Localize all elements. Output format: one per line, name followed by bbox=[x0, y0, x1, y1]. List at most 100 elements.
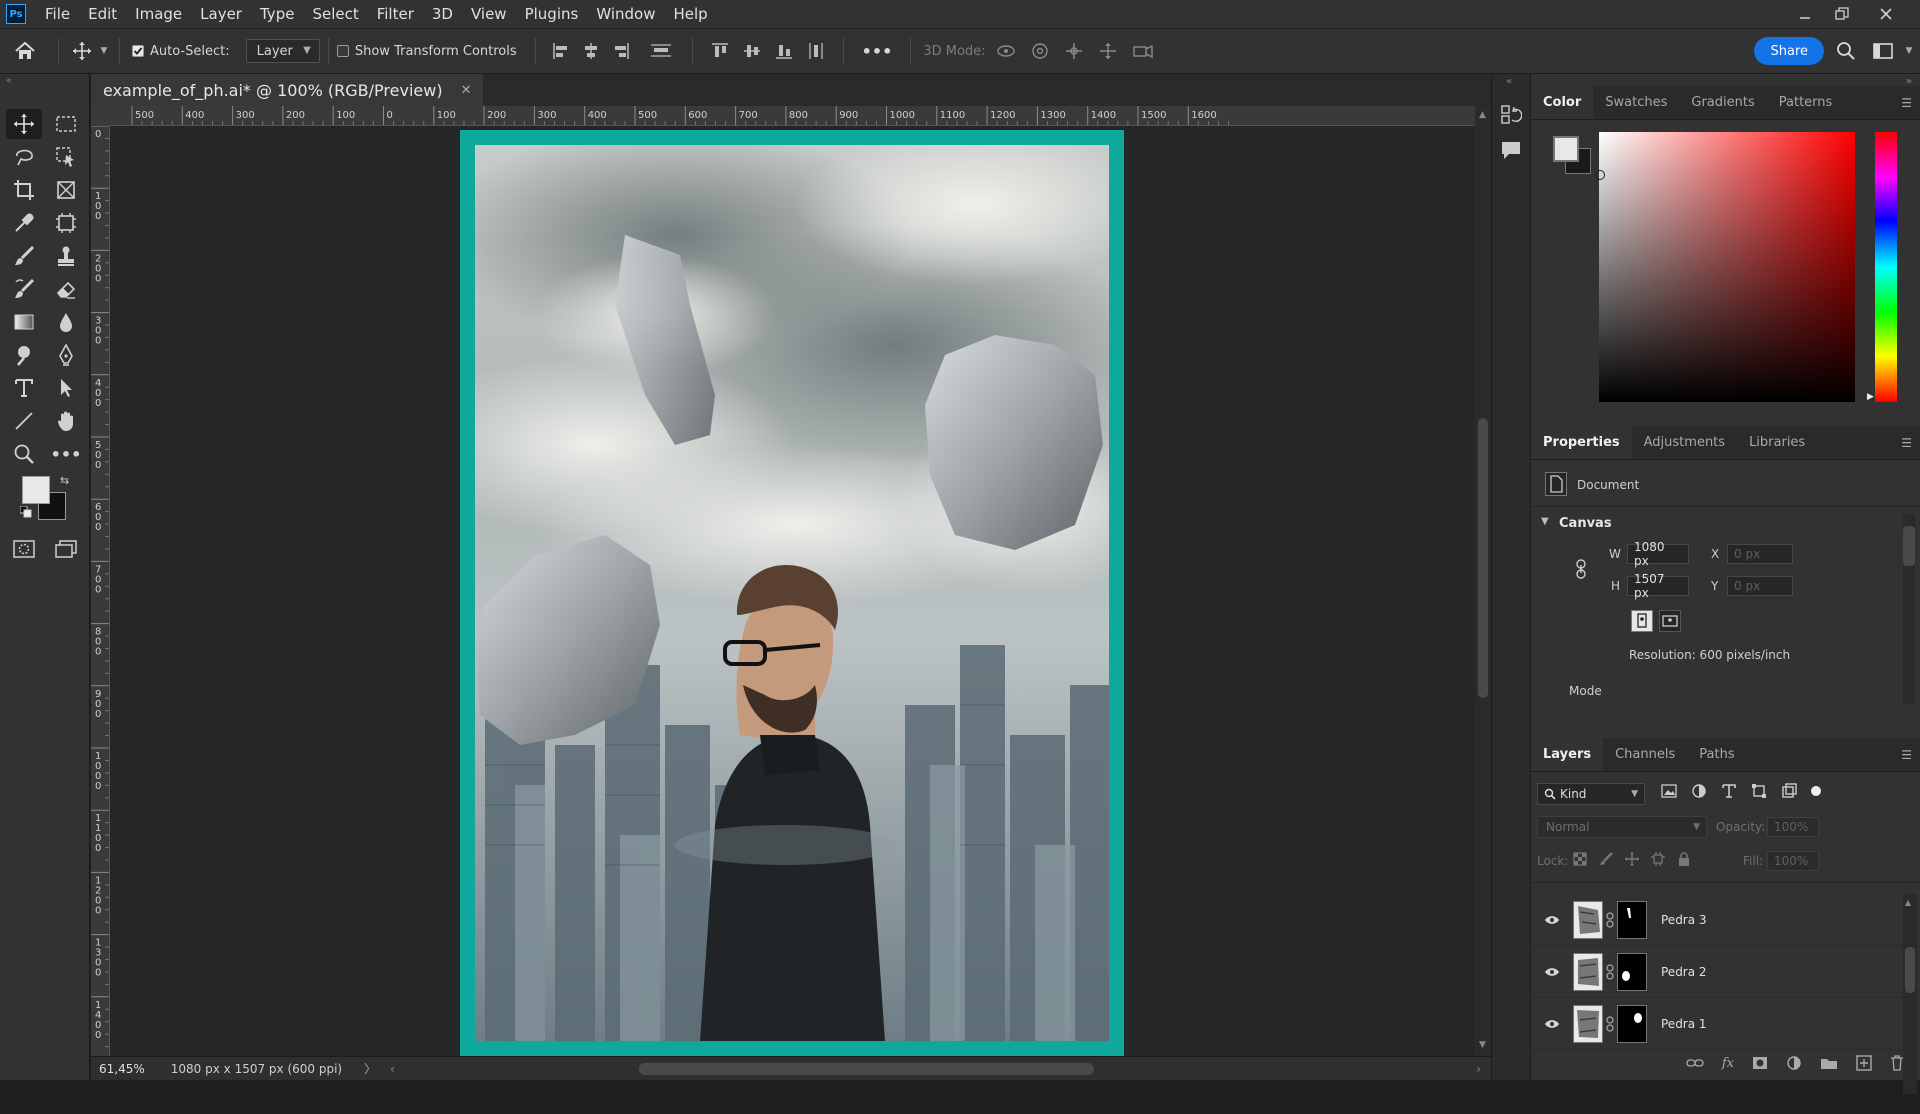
collapse-arrows-icon[interactable]: « bbox=[6, 76, 12, 86]
align-bottom-icon[interactable] bbox=[775, 42, 793, 60]
vertical-scrollbar[interactable]: ▲ ▼ bbox=[1475, 106, 1491, 1056]
frame-tool-icon[interactable] bbox=[48, 175, 84, 205]
layer-row[interactable]: Pedra 2 bbox=[1531, 946, 1903, 998]
align-right-icon[interactable] bbox=[612, 42, 630, 60]
menu-file[interactable]: File bbox=[36, 0, 79, 28]
new-group-icon[interactable] bbox=[1820, 1056, 1838, 1070]
blur-tool-icon[interactable] bbox=[48, 307, 84, 337]
gradient-tool-icon[interactable] bbox=[6, 307, 42, 337]
properties-scrollbar[interactable] bbox=[1903, 514, 1915, 704]
menu-help[interactable]: Help bbox=[664, 0, 716, 28]
link-dimensions-icon[interactable] bbox=[1575, 558, 1587, 580]
tab-patterns[interactable]: Patterns bbox=[1767, 85, 1845, 119]
lock-position-icon[interactable] bbox=[1625, 852, 1639, 866]
zoom-tool-icon[interactable] bbox=[6, 439, 42, 469]
lock-artboard-icon[interactable] bbox=[1651, 852, 1665, 866]
color-foreground-swatch[interactable] bbox=[1553, 136, 1579, 162]
horizontal-ruler[interactable]: 500 400 300 200 100 0 100 200 300 400 500 600 700 800… bbox=[110, 106, 1475, 126]
color-panel-menu-icon[interactable]: ☰ bbox=[1901, 96, 1912, 110]
lock-transparent-icon[interactable] bbox=[1573, 852, 1587, 866]
opacity-field[interactable]: 100% bbox=[1767, 817, 1819, 837]
distribute-vertical-icon[interactable] bbox=[807, 42, 825, 60]
artboard-tool-icon[interactable] bbox=[48, 208, 84, 238]
swap-colors-icon[interactable]: ⇆ bbox=[60, 474, 69, 487]
canvas-height-field[interactable]: 1507 px bbox=[1627, 572, 1689, 600]
delete-layer-icon[interactable] bbox=[1890, 1055, 1904, 1071]
horizontal-scroll-thumb[interactable] bbox=[638, 1062, 1094, 1075]
minimize-icon[interactable] bbox=[1785, 0, 1825, 28]
search-icon[interactable] bbox=[1824, 41, 1868, 61]
layer-visibility-eye-icon[interactable] bbox=[1531, 1019, 1573, 1029]
tab-gradients[interactable]: Gradients bbox=[1679, 85, 1766, 119]
comments-panel-icon[interactable] bbox=[1500, 140, 1522, 160]
layer-mask-link-icon[interactable] bbox=[1603, 963, 1617, 980]
restore-icon[interactable] bbox=[1822, 0, 1862, 28]
close-tab-icon[interactable]: ✕ bbox=[461, 83, 472, 98]
eraser-tool-icon[interactable] bbox=[48, 274, 84, 304]
add-mask-icon[interactable] bbox=[1752, 1056, 1768, 1070]
lock-pixels-icon[interactable] bbox=[1599, 852, 1613, 866]
canvas-y-field[interactable]: 0 px bbox=[1727, 576, 1793, 596]
color-picker-field[interactable] bbox=[1595, 132, 1855, 402]
hand-tool-icon[interactable] bbox=[48, 406, 84, 436]
workspace-icon[interactable] bbox=[1868, 42, 1898, 60]
fill-field[interactable]: 100% bbox=[1767, 851, 1819, 871]
lasso-tool-icon[interactable] bbox=[6, 142, 42, 172]
slide-3d-icon[interactable] bbox=[1098, 42, 1118, 60]
tab-swatches[interactable]: Swatches bbox=[1593, 85, 1679, 119]
align-center-icon[interactable] bbox=[582, 42, 600, 60]
canvas-x-field[interactable]: 0 px bbox=[1727, 544, 1793, 564]
chevron-down-icon[interactable]: ▼ bbox=[97, 46, 111, 56]
object-selection-tool-icon[interactable] bbox=[48, 142, 84, 172]
tab-color[interactable]: Color bbox=[1531, 85, 1594, 119]
link-layers-icon[interactable] bbox=[1686, 1057, 1704, 1069]
tab-adjustments[interactable]: Adjustments bbox=[1632, 425, 1737, 459]
menu-filter[interactable]: Filter bbox=[368, 0, 423, 28]
scale-3d-icon[interactable] bbox=[1132, 42, 1154, 60]
new-adjustment-layer-icon[interactable] bbox=[1786, 1055, 1802, 1071]
layer-visibility-eye-icon[interactable] bbox=[1531, 967, 1573, 977]
line-tool-icon[interactable] bbox=[6, 406, 42, 436]
menu-image[interactable]: Image bbox=[126, 0, 191, 28]
layer-visibility-eye-icon[interactable] bbox=[1531, 915, 1573, 925]
document-tab[interactable]: example_of_ph.ai* @ 100% (RGB/Preview) ✕ bbox=[91, 74, 484, 106]
marquee-tool-icon[interactable] bbox=[48, 109, 84, 139]
new-layer-icon[interactable] bbox=[1856, 1055, 1872, 1071]
menu-plugins[interactable]: Plugins bbox=[516, 0, 588, 28]
collapse-dock-icon[interactable]: « bbox=[1506, 76, 1512, 87]
menu-window[interactable]: Window bbox=[587, 0, 664, 28]
blend-mode-dropdown[interactable]: Normal ▼ bbox=[1537, 816, 1707, 838]
screen-mode-icon[interactable] bbox=[48, 534, 84, 564]
hue-slider[interactable] bbox=[1875, 132, 1897, 402]
close-window-icon[interactable] bbox=[1866, 0, 1906, 28]
properties-panel-menu-icon[interactable]: ☰ bbox=[1901, 436, 1912, 450]
dodge-tool-icon[interactable] bbox=[6, 340, 42, 370]
zoom-level[interactable]: 61,45% bbox=[91, 1062, 159, 1076]
share-button[interactable]: Share bbox=[1754, 37, 1824, 65]
move-tool-icon[interactable] bbox=[6, 109, 42, 139]
menu-3d[interactable]: 3D bbox=[423, 0, 462, 28]
canvas-area[interactable] bbox=[110, 126, 1475, 1056]
vertical-scroll-thumb[interactable] bbox=[1478, 418, 1488, 698]
orbit-3d-icon[interactable] bbox=[996, 42, 1016, 60]
layer-style-fx-icon[interactable]: fx bbox=[1722, 1056, 1734, 1071]
default-colors-icon[interactable] bbox=[20, 506, 32, 518]
menu-edit[interactable]: Edit bbox=[79, 0, 126, 28]
home-icon[interactable] bbox=[0, 28, 50, 74]
pen-tool-icon[interactable] bbox=[48, 340, 84, 370]
brush-tool-icon[interactable] bbox=[6, 241, 42, 271]
transform-check-icon[interactable] bbox=[336, 45, 349, 57]
menu-select[interactable]: Select bbox=[303, 0, 367, 28]
scroll-left-icon[interactable]: ‹ bbox=[386, 1062, 399, 1076]
filter-toggle-icon[interactable] bbox=[1811, 786, 1821, 796]
lock-all-icon[interactable] bbox=[1677, 852, 1691, 866]
menu-view[interactable]: View bbox=[462, 0, 516, 28]
stamp-tool-icon[interactable] bbox=[48, 241, 84, 271]
align-middle-icon[interactable] bbox=[743, 42, 761, 60]
layer-row[interactable]: Pedra 3 bbox=[1531, 894, 1903, 946]
layer-mask-link-icon[interactable] bbox=[1603, 1015, 1617, 1032]
crop-tool-icon[interactable] bbox=[6, 175, 42, 205]
auto-select-check-icon[interactable] bbox=[132, 45, 144, 57]
workspace-chevron-icon[interactable]: ▼ bbox=[1898, 46, 1920, 56]
edit-toolbar-icon[interactable]: ••• bbox=[48, 439, 84, 469]
